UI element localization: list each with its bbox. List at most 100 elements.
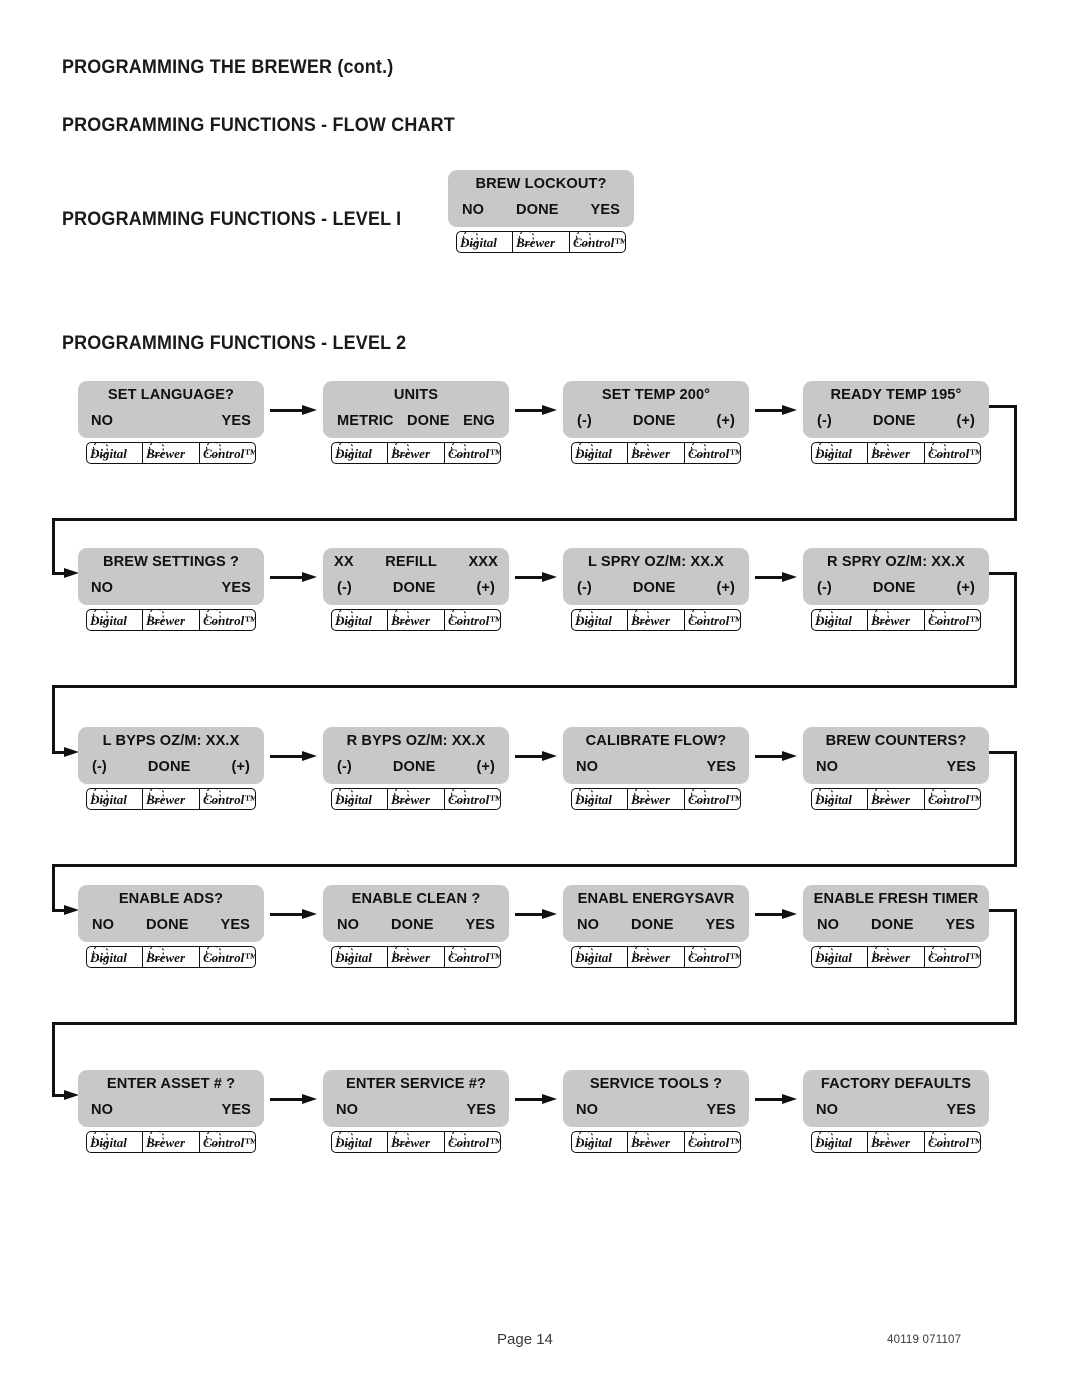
option-left[interactable]: (-) bbox=[817, 413, 832, 429]
option-right[interactable]: YES bbox=[706, 759, 736, 775]
option-right[interactable]: YES bbox=[221, 1102, 251, 1118]
option-mid[interactable]: DONE bbox=[633, 580, 676, 596]
option-right[interactable]: YES bbox=[590, 202, 620, 218]
option-left[interactable]: NO bbox=[576, 1102, 598, 1118]
flow-node-brew-lockout[interactable]: BREW LOCKOUT? NO DONE YES Digital Brewer C… bbox=[448, 170, 634, 253]
option-right[interactable]: (+) bbox=[476, 759, 495, 775]
option-left[interactable]: (-) bbox=[337, 580, 352, 596]
flow-node[interactable]: ENABL ENERGYSAVR NO DONE YES Digital Brewer Co… bbox=[563, 885, 749, 968]
option-right[interactable]: (+) bbox=[476, 580, 495, 596]
flow-node[interactable]: ENABLE FRESH TIMER NO DONE YES Digital Brewer… bbox=[803, 885, 989, 968]
option-left[interactable]: NO bbox=[91, 413, 113, 429]
flow-node[interactable]: READY TEMP 195° (-) DONE (+) Digital Brewer Co… bbox=[803, 381, 989, 464]
option-left[interactable]: NO bbox=[576, 759, 598, 775]
flow-node[interactable]: ENABLE ADS? NO DONE YES Digital Brewer Control… bbox=[78, 885, 264, 968]
flow-node[interactable]: FACTORY DEFAULTS NO YES Digital Brewer Contro… bbox=[803, 1070, 989, 1153]
display-screen[interactable]: XX REFILL XXX (-) DONE (+) bbox=[323, 548, 509, 605]
display-screen[interactable]: SET LANGUAGE? NO YES bbox=[78, 381, 264, 438]
option-right[interactable]: YES bbox=[705, 917, 735, 933]
option-mid[interactable]: DONE bbox=[393, 580, 436, 596]
option-left[interactable]: NO bbox=[336, 1102, 358, 1118]
option-left[interactable]: METRIC bbox=[337, 413, 394, 429]
flow-node[interactable]: XX REFILL XXX (-) DONE (+) Digital Brewer Contro… bbox=[323, 548, 509, 631]
option-left[interactable]: (-) bbox=[577, 413, 592, 429]
display-screen[interactable]: L SPRY OZ/M: XX.X (-) DONE (+) bbox=[563, 548, 749, 605]
flow-node[interactable]: BREW COUNTERS? NO YES Digital Brewer Control™ bbox=[803, 727, 989, 810]
display-screen[interactable]: R BYPS OZ/M: XX.X (-) DONE (+) bbox=[323, 727, 509, 784]
logo-part-3: Control™ bbox=[445, 947, 500, 967]
option-mid[interactable]: DONE bbox=[633, 413, 676, 429]
display-screen[interactable]: L BYPS OZ/M: XX.X (-) DONE (+) bbox=[78, 727, 264, 784]
option-right[interactable]: (+) bbox=[231, 759, 250, 775]
display-screen[interactable]: CALIBRATE FLOW? NO YES bbox=[563, 727, 749, 784]
option-right[interactable]: YES bbox=[221, 413, 251, 429]
option-mid[interactable]: DONE bbox=[407, 413, 450, 429]
option-left[interactable]: NO bbox=[462, 202, 484, 218]
flow-node[interactable]: ENABLE CLEAN ? NO DONE YES Digital Brewer Cont… bbox=[323, 885, 509, 968]
display-screen[interactable]: READY TEMP 195° (-) DONE (+) bbox=[803, 381, 989, 438]
option-mid[interactable]: DONE bbox=[873, 413, 916, 429]
flow-node[interactable]: SET LANGUAGE? NO YES Digital Brewer Control™ bbox=[78, 381, 264, 464]
option-right[interactable]: YES bbox=[946, 759, 976, 775]
display-screen[interactable]: ENABLE CLEAN ? NO DONE YES bbox=[323, 885, 509, 942]
flow-node[interactable]: SET TEMP 200° (-) DONE (+) Digital Brewer Cont… bbox=[563, 381, 749, 464]
option-right[interactable]: YES bbox=[466, 1102, 496, 1118]
svg-text:Control™: Control™ bbox=[688, 613, 740, 628]
display-screen[interactable]: FACTORY DEFAULTS NO YES bbox=[803, 1070, 989, 1127]
display-screen[interactable]: ENABL ENERGYSAVR NO DONE YES bbox=[563, 885, 749, 942]
option-left[interactable]: NO bbox=[817, 917, 839, 933]
option-left[interactable]: (-) bbox=[577, 580, 592, 596]
flow-node[interactable]: CALIBRATE FLOW? NO YES Digital Brewer Control… bbox=[563, 727, 749, 810]
display-screen[interactable]: ENTER SERVICE #? NO YES bbox=[323, 1070, 509, 1127]
option-right[interactable]: ENG bbox=[463, 413, 495, 429]
option-right[interactable]: YES bbox=[221, 580, 251, 596]
option-right[interactable]: YES bbox=[945, 917, 975, 933]
flow-node[interactable]: L SPRY OZ/M: XX.X (-) DONE (+) Digital Brewer… bbox=[563, 548, 749, 631]
option-right[interactable]: (+) bbox=[956, 413, 975, 429]
option-right[interactable]: YES bbox=[706, 1102, 736, 1118]
option-mid[interactable]: DONE bbox=[871, 917, 914, 933]
flow-node[interactable]: R SPRY OZ/M: XX.X (-) DONE (+) Digital Brewer… bbox=[803, 548, 989, 631]
flow-node[interactable]: SERVICE TOOLS ? NO YES Digital Brewer Control… bbox=[563, 1070, 749, 1153]
option-mid[interactable]: DONE bbox=[148, 759, 191, 775]
option-right[interactable]: YES bbox=[465, 917, 495, 933]
option-left[interactable]: NO bbox=[91, 1102, 113, 1118]
option-right[interactable]: (+) bbox=[956, 580, 975, 596]
display-screen[interactable]: BREW COUNTERS? NO YES bbox=[803, 727, 989, 784]
option-mid[interactable]: DONE bbox=[393, 759, 436, 775]
display-screen[interactable]: ENABLE ADS? NO DONE YES bbox=[78, 885, 264, 942]
option-left[interactable]: (-) bbox=[817, 580, 832, 596]
flow-node[interactable]: R BYPS OZ/M: XX.X (-) DONE (+) Digital Brewer… bbox=[323, 727, 509, 810]
option-mid[interactable]: DONE bbox=[146, 917, 189, 933]
display-screen[interactable]: BREW SETTINGS ? NO YES bbox=[78, 548, 264, 605]
flow-node[interactable]: L BYPS OZ/M: XX.X (-) DONE (+) Digital Brewer… bbox=[78, 727, 264, 810]
display-screen[interactable]: ENABLE FRESH TIMER NO DONE YES bbox=[803, 885, 989, 942]
option-mid[interactable]: DONE bbox=[873, 580, 916, 596]
option-right[interactable]: (+) bbox=[716, 580, 735, 596]
option-right[interactable]: YES bbox=[946, 1102, 976, 1118]
display-screen[interactable]: BREW LOCKOUT? NO DONE YES bbox=[448, 170, 634, 227]
option-left[interactable]: NO bbox=[816, 1102, 838, 1118]
flow-node[interactable]: BREW SETTINGS ? NO YES Digital Brewer Control… bbox=[78, 548, 264, 631]
option-right[interactable]: (+) bbox=[716, 413, 735, 429]
display-screen[interactable]: UNITS METRIC DONE ENG bbox=[323, 381, 509, 438]
display-screen[interactable]: ENTER ASSET # ? NO YES bbox=[78, 1070, 264, 1127]
display-screen[interactable]: SERVICE TOOLS ? NO YES bbox=[563, 1070, 749, 1127]
logo-part-3: Control™ bbox=[685, 947, 740, 967]
option-left[interactable]: (-) bbox=[337, 759, 352, 775]
option-right[interactable]: YES bbox=[220, 917, 250, 933]
option-mid[interactable]: DONE bbox=[391, 917, 434, 933]
option-left[interactable]: NO bbox=[577, 917, 599, 933]
flow-node[interactable]: ENTER SERVICE #? NO YES Digital Brewer Contro… bbox=[323, 1070, 509, 1153]
option-left[interactable]: (-) bbox=[92, 759, 107, 775]
option-left[interactable]: NO bbox=[816, 759, 838, 775]
display-screen[interactable]: R SPRY OZ/M: XX.X (-) DONE (+) bbox=[803, 548, 989, 605]
option-left[interactable]: NO bbox=[91, 580, 113, 596]
flow-node[interactable]: UNITS METRIC DONE ENG Digital Brewer Control™ bbox=[323, 381, 509, 464]
option-mid[interactable]: DONE bbox=[631, 917, 674, 933]
option-left[interactable]: NO bbox=[337, 917, 359, 933]
flow-node[interactable]: ENTER ASSET # ? NO YES Digital Brewer Control… bbox=[78, 1070, 264, 1153]
option-left[interactable]: NO bbox=[92, 917, 114, 933]
display-screen[interactable]: SET TEMP 200° (-) DONE (+) bbox=[563, 381, 749, 438]
option-mid[interactable]: DONE bbox=[516, 202, 559, 218]
